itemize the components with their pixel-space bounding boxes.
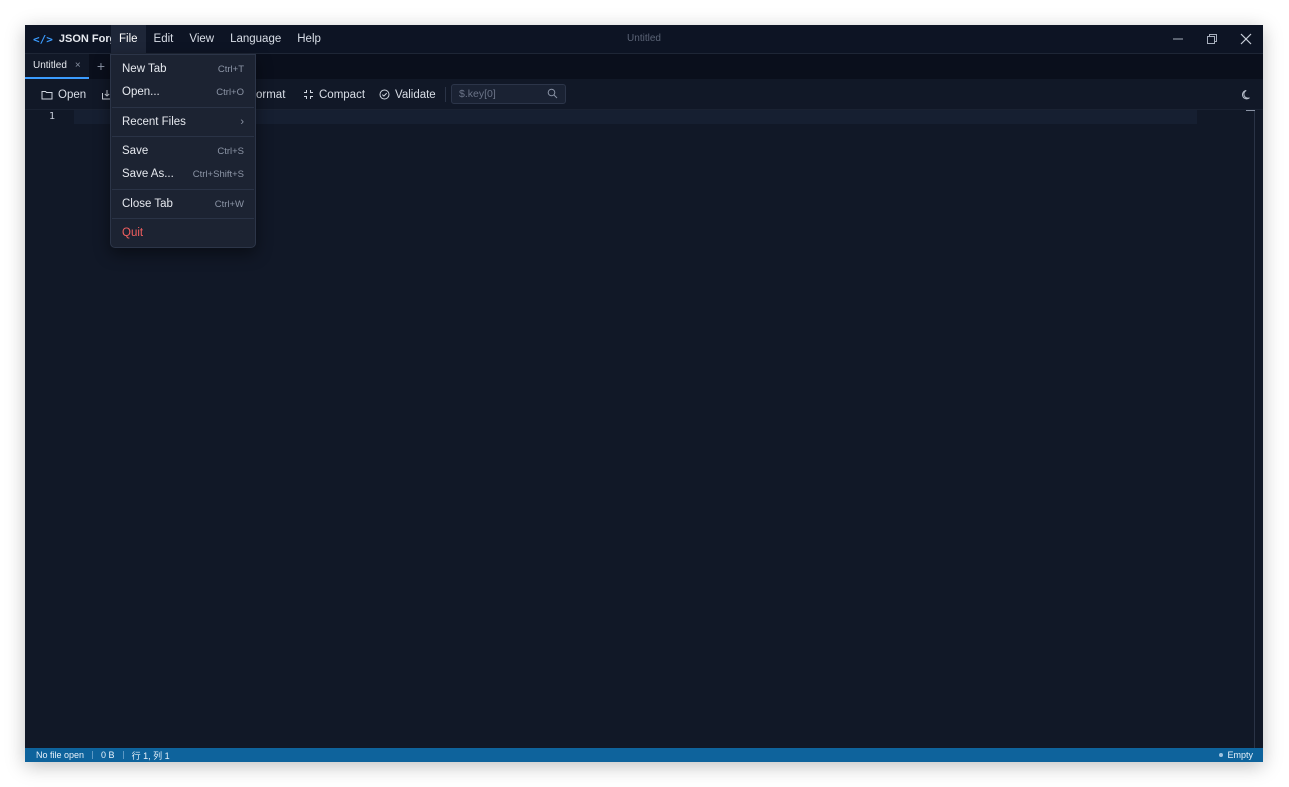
menu-view[interactable]: View <box>181 25 222 53</box>
status-state-label: Empty <box>1227 750 1253 760</box>
menu-item-label: Quit <box>122 227 144 239</box>
status-file: No file open <box>36 750 85 760</box>
menu-language[interactable]: Language <box>222 25 289 53</box>
status-bar: No file open 0 B 行 1, 列 1 Empty <box>25 748 1263 762</box>
menu-item-recent-files[interactable]: Recent Files › <box>111 111 255 133</box>
compress-icon <box>304 90 313 99</box>
tab-close-icon[interactable]: × <box>75 60 81 71</box>
vertical-scrollbar[interactable] <box>1246 110 1255 748</box>
menu-item-shortcut: Ctrl+T <box>217 63 244 75</box>
close-icon <box>1240 33 1252 45</box>
theme-toggle-button[interactable] <box>1241 80 1253 109</box>
app-brand: </> JSON Forge <box>33 25 122 53</box>
format-label: ormat <box>256 88 286 101</box>
compact-label: Compact <box>319 88 366 101</box>
menu-item-label: New Tab <box>122 63 167 75</box>
menu-separator <box>112 107 254 108</box>
menu-edit[interactable]: Edit <box>146 25 182 53</box>
menu-separator <box>112 189 254 190</box>
menu-separator <box>112 218 254 219</box>
validate-button[interactable]: Validate <box>379 80 436 109</box>
chevron-right-icon: › <box>240 116 244 128</box>
app-window: </> JSON Forge File Edit View Language H… <box>25 25 1263 762</box>
status-dot-icon <box>1219 753 1224 757</box>
tab-label: Untitled <box>33 60 67 71</box>
menu-item-new-tab[interactable]: New Tab Ctrl+T <box>111 58 255 80</box>
status-state: Empty <box>1219 748 1253 762</box>
jsonpath-search-input[interactable] <box>452 85 544 103</box>
search-icon <box>547 88 558 99</box>
menu-file[interactable]: File <box>111 25 146 53</box>
validate-label: Validate <box>395 88 436 101</box>
toolbar-divider <box>445 87 446 102</box>
code-brackets-icon: </> <box>33 32 53 46</box>
add-tab-button[interactable]: + <box>94 54 108 79</box>
menu-item-label: Close Tab <box>122 198 173 210</box>
maximize-icon <box>1207 34 1217 44</box>
menu-item-save[interactable]: Save Ctrl+S <box>111 140 255 162</box>
check-circle-icon <box>379 89 390 100</box>
menu-item-label: Open... <box>122 86 160 98</box>
folder-icon <box>41 91 53 100</box>
menu-item-open[interactable]: Open... Ctrl+O <box>111 81 255 103</box>
open-label: Open <box>58 88 87 101</box>
menu-item-shortcut: Ctrl+O <box>216 86 244 98</box>
title-bar: </> JSON Forge File Edit View Language H… <box>25 25 1263 54</box>
minimize-icon <box>1173 38 1183 40</box>
scrollbar-marker <box>1246 110 1255 111</box>
open-button[interactable]: Open <box>41 80 86 109</box>
status-cursor-position: 行 1, 列 1 <box>131 750 170 761</box>
menu-item-quit[interactable]: Quit <box>111 222 255 244</box>
menu-item-shortcut: Ctrl+S <box>217 145 244 157</box>
menu-item-shortcut: Ctrl+Shift+S <box>192 168 244 180</box>
menu-separator <box>112 136 254 137</box>
menu-item-save-as[interactable]: Save As... Ctrl+Shift+S <box>111 163 255 185</box>
close-button[interactable] <box>1229 25 1263 53</box>
maximize-button[interactable] <box>1195 25 1229 53</box>
menu-item-label: Save As... <box>122 168 174 180</box>
minimize-button[interactable] <box>1161 25 1195 53</box>
format-button[interactable]: ormat <box>256 80 285 109</box>
file-menu-dropdown: New Tab Ctrl+T Open... Ctrl+O Recent Fil… <box>110 54 256 248</box>
menu-item-label: Recent Files <box>122 116 186 128</box>
moon-icon <box>1242 89 1250 99</box>
menu-help[interactable]: Help <box>289 25 329 53</box>
tab-untitled[interactable]: Untitled × <box>25 54 89 79</box>
compact-button[interactable]: Compact <box>303 80 365 109</box>
jsonpath-search[interactable] <box>451 84 566 104</box>
menu-item-close-tab[interactable]: Close Tab Ctrl+W <box>111 193 255 215</box>
menu-bar: File Edit View Language Help <box>111 25 329 53</box>
line-number: 1 <box>49 111 56 122</box>
menu-item-shortcut: Ctrl+W <box>214 198 244 210</box>
status-size: 0 B <box>101 750 115 760</box>
menu-item-label: Save <box>122 145 149 157</box>
